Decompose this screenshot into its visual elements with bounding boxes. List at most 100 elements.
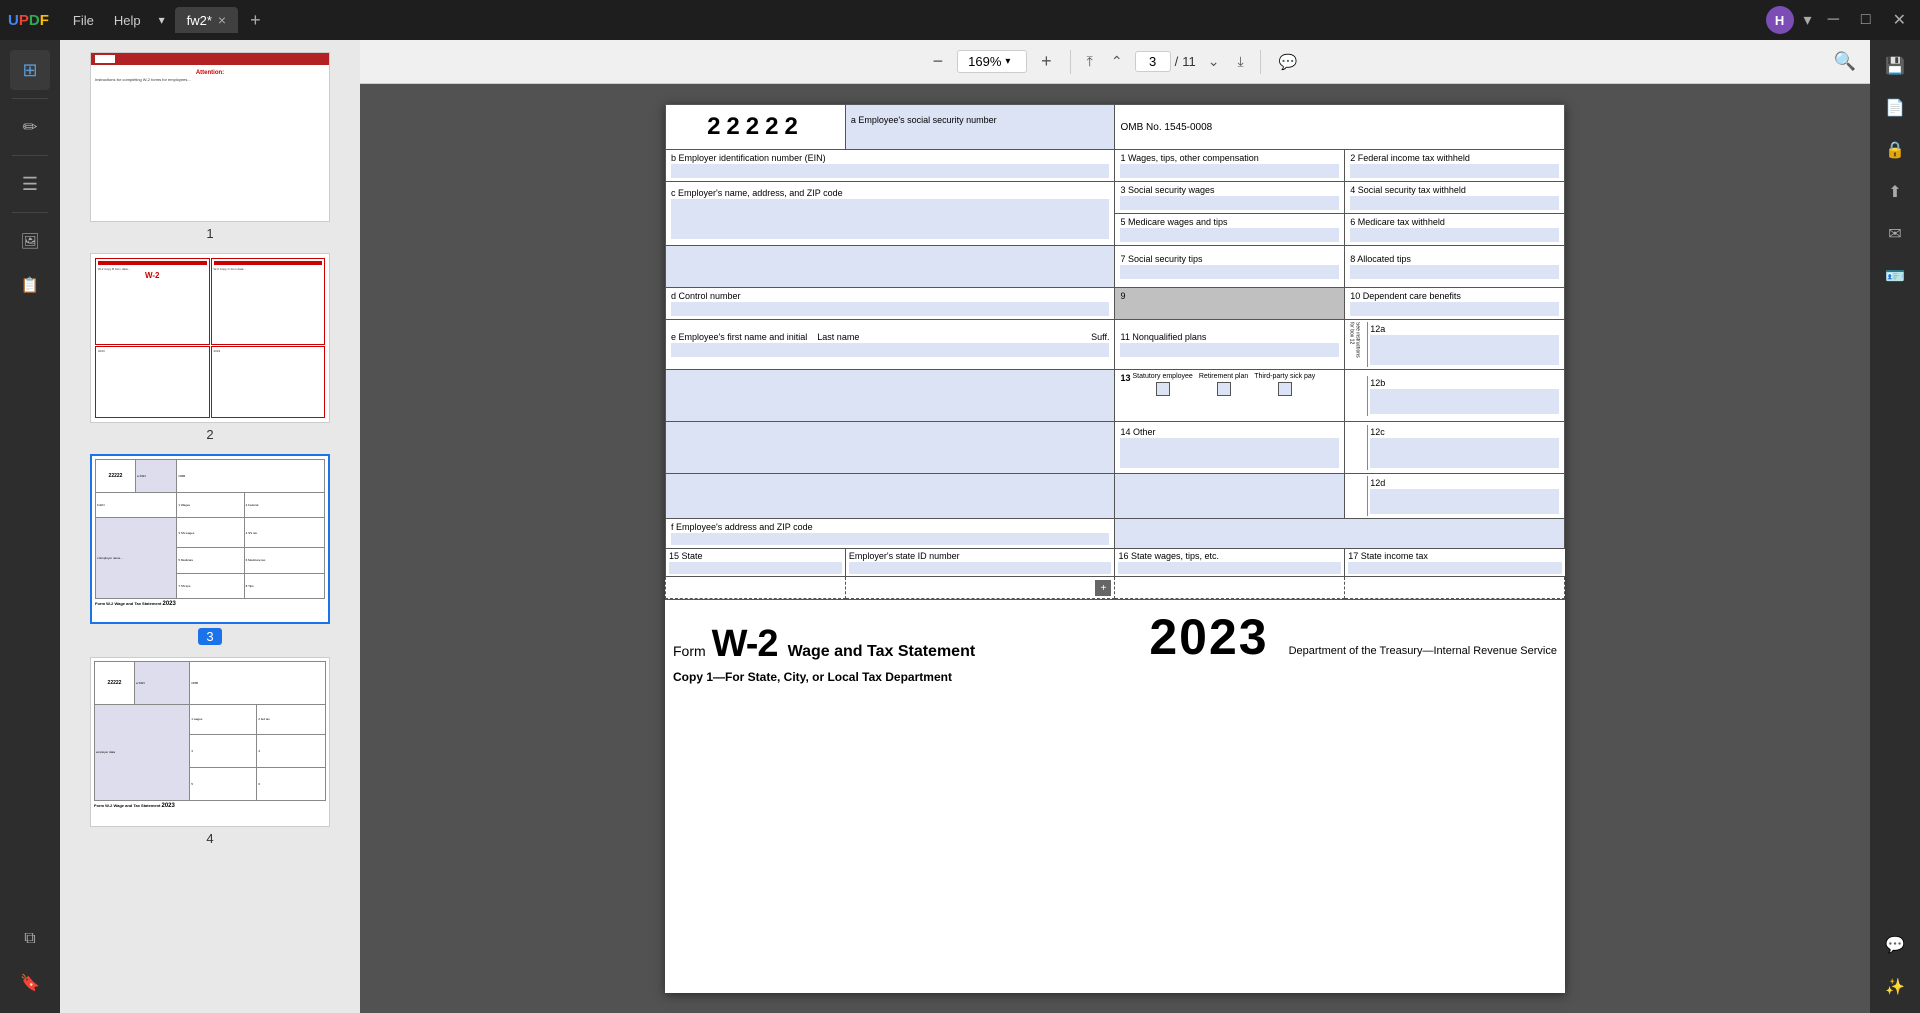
thumbnail-4[interactable]: 22222 a SSN OMB employer data 1 wages 2 … xyxy=(76,657,344,846)
allocated-tips-cell[interactable]: 8 Allocated tips xyxy=(1345,246,1565,288)
close-window-btn[interactable]: ✕ xyxy=(1887,8,1912,32)
toolbar: − 169% ▾ + ⤒ ⌃ / 11 ⌄ ⤓ xyxy=(360,40,1870,84)
medicare-tax-cell[interactable]: 6 Medicare tax withheld xyxy=(1345,214,1565,246)
right-stamp-icon[interactable]: 📄 xyxy=(1877,90,1913,126)
field12b-cell[interactable]: 12b xyxy=(1345,370,1565,422)
ss-wages-input xyxy=(1120,196,1339,210)
comment-btn[interactable]: 💬 xyxy=(1271,49,1306,75)
list-tool-icon[interactable]: ☰ xyxy=(10,164,50,204)
layers-icon[interactable]: ⧉ xyxy=(10,919,50,959)
last-page-btn[interactable]: ⤓ xyxy=(1231,49,1249,74)
ss-wages-cell[interactable]: 3 Social security wages xyxy=(1115,182,1345,214)
zoom-display[interactable]: 169% ▾ xyxy=(957,50,1027,73)
updf-logo: UPDF xyxy=(8,12,49,29)
ss-wages-label: 3 Social security wages xyxy=(1120,185,1339,195)
field9-label: 9 xyxy=(1120,291,1339,301)
dep-care-cell[interactable]: 10 Dependent care benefits xyxy=(1345,288,1565,320)
thirdparty-checkbox[interactable] xyxy=(1278,382,1292,396)
stamp-tool-icon[interactable]: 📋 xyxy=(10,265,50,305)
state-cell[interactable]: 15 State xyxy=(666,549,846,577)
ss-tips-cell[interactable]: 7 Social security tips xyxy=(1115,246,1345,288)
sidebar-divider2 xyxy=(12,155,48,156)
state-id2-cell[interactable]: + xyxy=(845,577,1115,599)
medicare-tax-input xyxy=(1350,228,1559,242)
ssn-field-cell[interactable]: a Employee's social security number xyxy=(845,105,1115,150)
thumbnail-2[interactable]: W-2 Copy B form data... W-2 W-2 Copy C f… xyxy=(76,253,344,442)
page-separator: / xyxy=(1175,54,1179,69)
prev-page-btn[interactable]: ⌃ xyxy=(1105,49,1129,74)
retirement-label: Retirement plan xyxy=(1199,373,1248,381)
state-wages-cell[interactable]: 16 State wages, tips, etc. xyxy=(1115,549,1345,577)
dropdown-arrow[interactable]: ▾ xyxy=(153,9,171,31)
add-tab-btn[interactable]: + xyxy=(242,6,269,35)
wages-cell[interactable]: 1 Wages, tips, other compensation xyxy=(1115,150,1345,182)
zoom-in-btn[interactable]: + xyxy=(1033,47,1060,76)
page-number-input[interactable] xyxy=(1135,51,1171,72)
bookmark-icon[interactable]: 🔖 xyxy=(10,963,50,1003)
active-tab[interactable]: fw2* × xyxy=(175,7,238,33)
ssn-label: a Employee's social security number xyxy=(851,115,1110,125)
control-num-cell[interactable]: d Control number xyxy=(666,288,1115,320)
statutory-checkbox[interactable] xyxy=(1156,382,1170,396)
state-income2-cell[interactable] xyxy=(1345,577,1565,599)
form-title-section: Form W-2 Wage and Tax Statement 2023 Dep… xyxy=(665,599,1565,670)
first-page-btn[interactable]: ⤒ xyxy=(1081,49,1099,74)
maximize-btn[interactable]: □ xyxy=(1855,9,1877,31)
retirement-checkbox[interactable] xyxy=(1217,382,1231,396)
image-tool-icon[interactable]: 🖼 xyxy=(10,221,50,261)
ein-field-cell[interactable]: b Employer identification number (EIN) xyxy=(666,150,1115,182)
field12a-cell[interactable]: See instructions for box 12 12a xyxy=(1345,320,1565,370)
page-input-group: / 11 xyxy=(1135,51,1196,72)
ein-label: b Employer identification number (EIN) xyxy=(671,153,1109,163)
medicare-wages-cell[interactable]: 5 Medicare wages and tips xyxy=(1115,214,1345,246)
nonqual-cell[interactable]: 11 Nonqualified plans xyxy=(1115,320,1345,370)
next-page-btn[interactable]: ⌄ xyxy=(1202,49,1226,74)
state-wages2-cell[interactable] xyxy=(1115,577,1345,599)
state-label: 15 State xyxy=(669,551,842,561)
document-area[interactable]: 22222 a Employee's social security numbe… xyxy=(360,84,1870,1013)
state-input xyxy=(669,562,842,574)
thumbnail-1[interactable]: Attention: Instructions for completing W… xyxy=(76,52,344,241)
thumb-img-2: W-2 Copy B form data... W-2 W-2 Copy C f… xyxy=(90,253,330,423)
field13-cell[interactable]: 13 Statutory employee Retirement plan xyxy=(1115,370,1345,422)
edit-tool-icon[interactable]: ✏ xyxy=(10,107,50,147)
thirdparty-label: Third-party sick pay xyxy=(1254,373,1315,381)
field12c-cell[interactable]: 12c xyxy=(1345,422,1565,474)
right-lock-icon[interactable]: 🔒 xyxy=(1877,132,1913,168)
thumb-img-1: Attention: Instructions for completing W… xyxy=(90,52,330,222)
user-avatar[interactable]: H xyxy=(1766,6,1794,34)
right-save-icon[interactable]: 💾 xyxy=(1877,48,1913,84)
tab-close-btn[interactable]: × xyxy=(218,12,226,28)
right-magic-icon[interactable]: ✨ xyxy=(1877,969,1913,1005)
fed-tax-cell[interactable]: 2 Federal income tax withheld xyxy=(1345,150,1565,182)
state-income-cell[interactable]: 17 State income tax xyxy=(1345,549,1565,577)
w2-form-table: 22222 a Employee's social security numbe… xyxy=(665,104,1565,599)
fed-tax-input xyxy=(1350,164,1559,178)
minimize-btn[interactable]: ─ xyxy=(1822,9,1845,31)
nav-dropdown-btn[interactable]: ▾ xyxy=(1804,10,1812,30)
search-btn[interactable]: 🔍 xyxy=(1830,47,1860,76)
medicare-wages-label: 5 Medicare wages and tips xyxy=(1120,217,1339,227)
form-code-cell: 22222 xyxy=(666,105,846,150)
emp-name-cell[interactable]: e Employee's first name and initial Last… xyxy=(666,320,1115,370)
emp-address-cell[interactable]: f Employee's address and ZIP code xyxy=(666,519,1115,549)
right-mail-icon[interactable]: ✉ xyxy=(1877,216,1913,252)
file-menu[interactable]: File xyxy=(65,9,102,32)
thumbnail-3[interactable]: 22222 a SSN OMB b EIN 1 Wages 2 Federal … xyxy=(76,454,344,645)
emp-name-cont-cell xyxy=(666,370,1115,422)
state-id-cell[interactable]: Employer's state ID number xyxy=(845,549,1115,577)
state-wages-label: 16 State wages, tips, etc. xyxy=(1118,551,1341,561)
grid-view-icon[interactable]: ⊞ xyxy=(10,50,50,90)
help-menu[interactable]: Help xyxy=(106,9,149,32)
state-expand-icon[interactable]: + xyxy=(1095,580,1111,596)
field12d-cell[interactable]: 12d xyxy=(1345,474,1565,519)
employer-name-cell[interactable]: c Employer's name, address, and ZIP code xyxy=(666,182,1115,246)
state2-cell[interactable] xyxy=(666,577,846,599)
ss-tax-cell[interactable]: 4 Social security tax withheld xyxy=(1345,182,1565,214)
tab-name: fw2* xyxy=(187,13,212,28)
right-upload-icon[interactable]: ⬆ xyxy=(1877,174,1913,210)
zoom-out-btn[interactable]: − xyxy=(925,47,952,76)
right-chat-icon[interactable]: 💬 xyxy=(1877,927,1913,963)
right-id-icon[interactable]: 🪪 xyxy=(1877,258,1913,294)
field14-cell[interactable]: 14 Other xyxy=(1115,422,1345,474)
